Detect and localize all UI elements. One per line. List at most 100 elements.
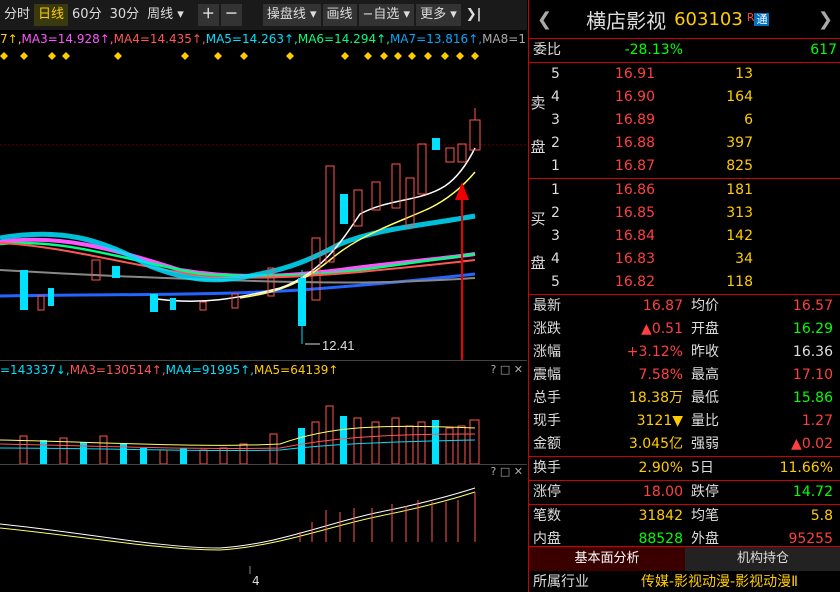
- stat-label: 最低: [691, 390, 719, 406]
- buy-order-book: 买 盘 1 16.86 181 2 16.85 313 3 16.84 142 4 16.83…: [529, 179, 840, 295]
- level-volume: 397: [726, 135, 753, 151]
- tab-30min[interactable]: 30分: [106, 4, 144, 26]
- weibi-value: -28.13%: [624, 42, 683, 58]
- stat-label: 跌停: [691, 484, 719, 500]
- chart-panel[interactable]: 分时 日线 60分 30分 周线 ▾ ＋ － 操盘线 ▾ 画线 −自选 ▾ 更多…: [0, 0, 527, 592]
- stat-label: 最高: [691, 367, 719, 383]
- level-number: 4: [551, 251, 560, 267]
- tab-60min[interactable]: 60分: [68, 4, 106, 26]
- bottom-tabs: 基本面分析 机构持仓: [529, 546, 840, 571]
- weibi-diff: 617: [810, 42, 837, 58]
- volume-chart[interactable]: [0, 378, 527, 464]
- prev-stock-icon[interactable]: ❮: [529, 9, 560, 30]
- level-price: 16.88: [614, 135, 655, 151]
- stat-value: 7.58%: [638, 367, 683, 383]
- level-price: 16.83: [614, 251, 655, 267]
- candles: [20, 108, 481, 344]
- low-price-label: 12.41: [322, 338, 355, 353]
- indicator-chart[interactable]: [0, 482, 527, 574]
- level-price: 16.85: [614, 205, 655, 221]
- stock-badges: R通: [747, 11, 770, 27]
- ma-value-0: 7↑,: [0, 32, 22, 46]
- signal-markers: [0, 52, 479, 60]
- tab-daily[interactable]: 日线: [34, 4, 69, 26]
- stats-row: 涨跌 ▲0.51 开盘 16.29: [529, 318, 840, 341]
- sell-side-label: 卖 盘: [530, 94, 546, 156]
- level-volume: 181: [726, 182, 753, 198]
- indicator-header: ? □ ✕: [0, 464, 527, 483]
- vol-ma-red: [0, 433, 476, 450]
- stat-value: 16.29: [792, 321, 833, 337]
- weibi-label: 委比: [533, 42, 561, 58]
- level-number: 5: [551, 274, 560, 290]
- ma-indicator-line: 7↑,MA3=14.928↑,MA4=14.435↑,MA5=14.263↑,M…: [0, 30, 527, 48]
- stat-label: 开盘: [691, 321, 719, 337]
- sell-level-3[interactable]: 3 16.89 6: [551, 109, 840, 132]
- sell-level-1[interactable]: 1 16.87 825: [551, 155, 840, 178]
- stat-label: 均笔: [691, 508, 719, 524]
- tab-minute[interactable]: 分时: [0, 4, 34, 26]
- zoom-out-button[interactable]: －: [220, 4, 242, 26]
- stat-value: 18.38万: [628, 390, 683, 406]
- stat-label: 总手: [533, 390, 561, 406]
- industry-row: 所属行业 传媒-影视动漫-影视动漫Ⅱ: [529, 572, 840, 592]
- stat-label: 最新: [533, 298, 561, 314]
- level-price: 16.84: [614, 228, 655, 244]
- buy-level-5[interactable]: 5 16.82 118: [551, 271, 840, 294]
- buy-level-3[interactable]: 3 16.84 142: [551, 225, 840, 248]
- buy-side-label: 买 盘: [530, 210, 546, 272]
- tab-weekly-dropdown[interactable]: 周线 ▾: [143, 4, 188, 26]
- stats-row: 涨停 18.00 跌停 14.72: [529, 480, 840, 504]
- stat-value: 2.90%: [638, 460, 683, 476]
- level-volume: 142: [726, 228, 753, 244]
- indicator-panel-controls[interactable]: ? □ ✕: [491, 465, 523, 478]
- stats-row: 总手 18.38万 最低 15.86: [529, 387, 840, 410]
- level-number: 3: [551, 112, 560, 128]
- buy-level-2[interactable]: 2 16.85 313: [551, 202, 840, 225]
- chart-toolbar: 分时 日线 60分 30分 周线 ▾ ＋ － 操盘线 ▾ 画线 −自选 ▾ 更多…: [0, 0, 527, 30]
- draw-line-button[interactable]: 画线: [322, 4, 357, 26]
- vol-value-2: MA4=91995↑,: [165, 363, 254, 377]
- stat-value: 5.8: [810, 508, 833, 524]
- next-stock-icon[interactable]: ❯: [810, 9, 840, 30]
- stat-value: 16.36: [792, 344, 833, 360]
- level-volume: 6: [744, 112, 753, 128]
- industry-value[interactable]: 传媒-影视动漫-影视动漫Ⅱ: [641, 572, 798, 592]
- level-volume: 164: [726, 89, 753, 105]
- indicator-line-dropdown[interactable]: 操盘线 ▾: [262, 4, 321, 26]
- buy-level-4[interactable]: 4 16.83 34: [551, 248, 840, 271]
- stock-title-bar: ❮ 横店影视 603103 R通 ❯: [529, 0, 840, 39]
- sell-level-2[interactable]: 2 16.88 397: [551, 132, 840, 155]
- buy-level-1[interactable]: 1 16.86 181: [551, 179, 840, 202]
- collapse-panel-icon[interactable]: ❯|: [462, 4, 486, 26]
- stats-row: 现手 3121▼ 量比 1.27: [529, 410, 840, 433]
- vol-value-0: =143337↓,: [0, 363, 70, 377]
- stat-value: 16.87: [642, 298, 683, 314]
- stat-value: 14.72: [792, 484, 833, 500]
- volume-panel-controls[interactable]: ? □ ✕: [491, 361, 523, 379]
- level-number: 2: [551, 135, 560, 151]
- zoom-in-button[interactable]: ＋: [197, 4, 219, 26]
- quote-panel: ❮ 横店影视 603103 R通 ❯ 委比 -28.13% 617 卖 盘 5 1…: [528, 0, 840, 592]
- vol-value-3: MA5=64139↑: [253, 363, 339, 377]
- stock-name: 横店影视: [586, 8, 667, 33]
- stat-label: 涨停: [533, 484, 561, 500]
- candlestick-chart[interactable]: 12.41: [0, 48, 527, 360]
- ma-value-4: MA6=14.294↑,: [297, 32, 390, 46]
- stat-label: 5日: [691, 460, 714, 476]
- sell-level-5[interactable]: 5 16.91 13: [551, 63, 840, 86]
- more-dropdown[interactable]: 更多 ▾: [416, 4, 461, 26]
- watchlist-remove-dropdown[interactable]: −自选 ▾: [358, 4, 415, 26]
- stats-row: 最新 16.87 均价 16.57: [529, 295, 840, 318]
- stats-row: 笔数 31842 均笔 5.8: [529, 504, 840, 528]
- stat-label: 强弱: [691, 436, 719, 452]
- ma-value-1: MA3=14.928↑,: [21, 32, 114, 46]
- tab-institutional-holdings[interactable]: 机构持仓: [685, 547, 840, 571]
- level-number: 1: [551, 182, 560, 198]
- level-number: 4: [551, 89, 560, 105]
- stat-label: 昨收: [691, 344, 719, 360]
- sell-level-4[interactable]: 4 16.90 164: [551, 86, 840, 109]
- stat-value: 17.10: [792, 367, 833, 383]
- tab-fundamental-analysis[interactable]: 基本面分析: [529, 547, 685, 571]
- connect-badge: 通: [754, 13, 770, 26]
